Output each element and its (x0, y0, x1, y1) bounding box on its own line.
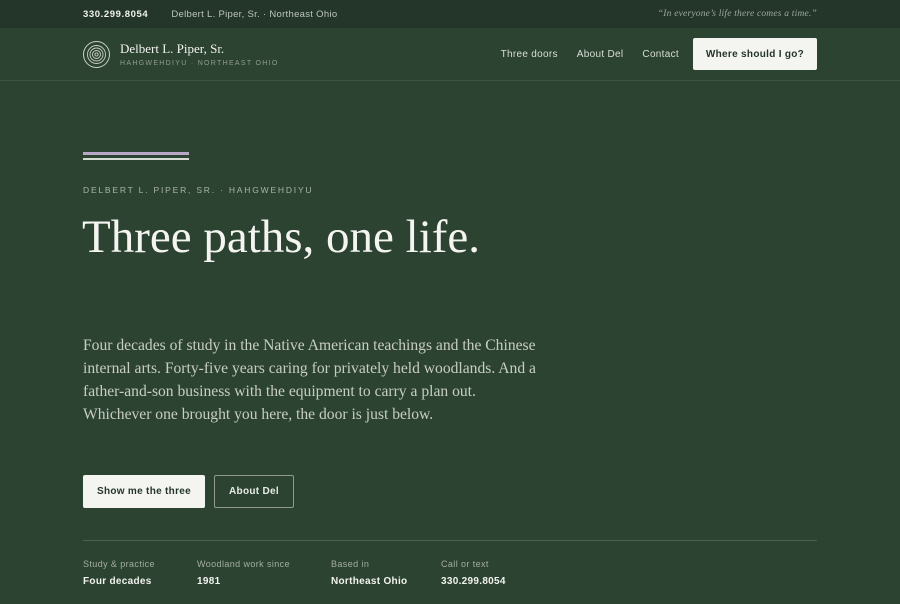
nav-links: Three doors About Del Contact Where shou… (501, 38, 817, 70)
top-bar: 330.299.8054 Delbert L. Piper, Sr. · Nor… (0, 0, 900, 28)
rule-line-lavender (83, 152, 189, 155)
topbar-phone[interactable]: 330.299.8054 (83, 9, 148, 20)
topbar-location: Delbert L. Piper, Sr. · Northeast Ohio (171, 8, 338, 20)
hero-eyebrow: DELBERT L. PIPER, SR. · HAHGWEHDIYU (83, 185, 314, 195)
stats-divider (83, 540, 817, 541)
concentric-rings-icon[interactable] (83, 40, 110, 68)
hero-headline: Three paths, one life. (82, 211, 481, 263)
stat-study: Study & practice Four decades (83, 559, 155, 587)
show-me-the-three-button[interactable]: Show me the three (83, 475, 205, 508)
about-del-button[interactable]: About Del (214, 475, 294, 508)
brand[interactable]: Delbert L. Piper, Sr. HAHGWEHDIYU · NORT… (120, 41, 279, 67)
decorative-rule (83, 152, 189, 162)
stat-label: Call or text (441, 559, 489, 569)
stat-label: Woodland work since (197, 559, 290, 569)
nav-link-contact[interactable]: Contact (642, 49, 679, 60)
stat-based-in: Based in Northeast Ohio (331, 559, 407, 587)
stat-value: Northeast Ohio (331, 576, 408, 587)
where-should-i-go-button[interactable]: Where should I go? (693, 38, 817, 70)
hero-lede: Four decades of study in the Native Amer… (83, 337, 536, 423)
stat-call-or-text: Call or text 330.299.8054 (441, 559, 506, 587)
stat-value[interactable]: 330.299.8054 (441, 576, 506, 587)
stat-woodland: Woodland work since 1981 (197, 559, 290, 587)
stat-value: Four decades (83, 576, 152, 587)
topbar-quote: “In everyone’s life there comes a time.” (657, 9, 817, 19)
nav-link-about[interactable]: About Del (577, 49, 624, 60)
rule-line-light (83, 158, 189, 160)
brand-name: Delbert L. Piper, Sr. (120, 41, 225, 56)
stat-value: 1981 (197, 576, 221, 587)
brand-subtitle: HAHGWEHDIYU · NORTHEAST OHIO (120, 60, 279, 67)
stat-label: Based in (331, 559, 370, 569)
nav-link-three-doors[interactable]: Three doors (501, 49, 558, 60)
stat-label: Study & practice (83, 559, 155, 569)
main-nav: Delbert L. Piper, Sr. HAHGWEHDIYU · NORT… (0, 28, 900, 81)
